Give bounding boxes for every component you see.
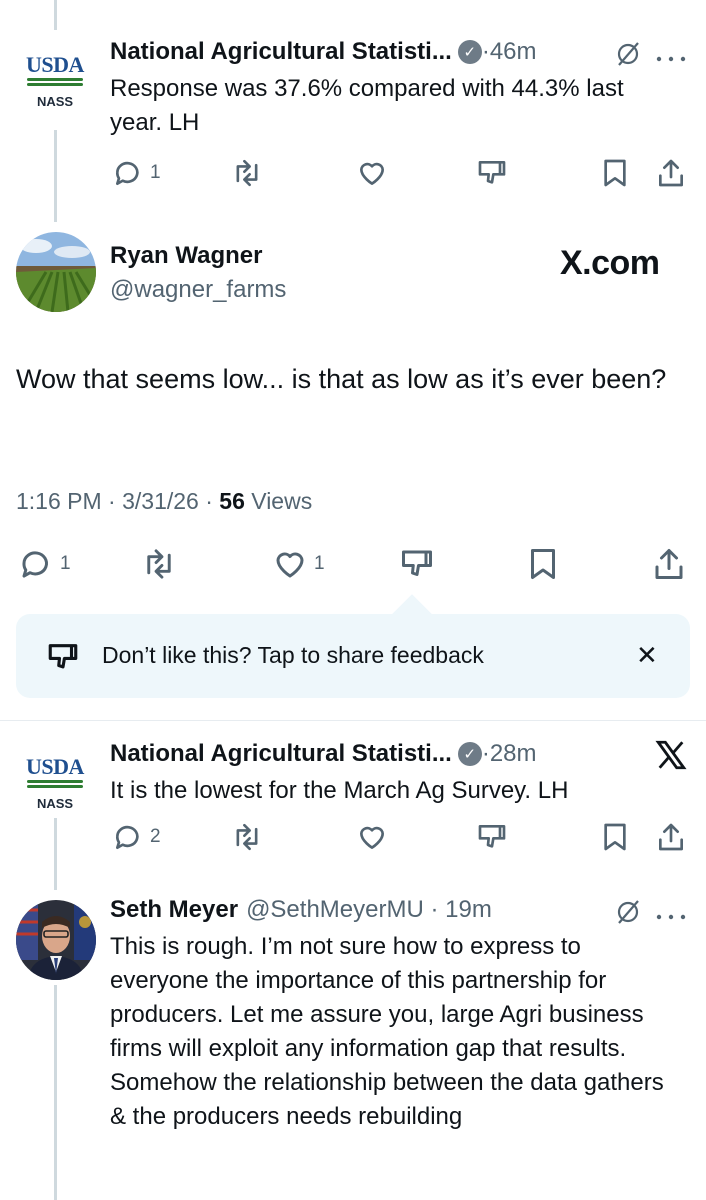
share-icon (659, 823, 684, 851)
tweet3-text: This is rough. I’m not sure how to expre… (110, 933, 664, 1130)
feedback-banner[interactable]: Don’t like this? Tap to share feedback ✕ (16, 614, 690, 698)
main-dislike-button[interactable] (398, 546, 436, 582)
main-author-handle[interactable]: @wagner_farms (110, 276, 286, 304)
usda-nass-avatar[interactable]: USDA NASS (19, 754, 91, 812)
verified-icon: ✓ (457, 40, 482, 64)
ryan-wagner-avatar[interactable] (16, 232, 96, 312)
tweet1-text: Response was 37.6% compared with 44.3% l… (110, 75, 624, 136)
usda-logo-bars (27, 780, 83, 790)
tweet1-like-button[interactable] (356, 157, 388, 189)
dislike-icon (478, 161, 506, 184)
share-icon (655, 549, 683, 579)
feedback-text[interactable]: Don’t like this? Tap to share feedback (102, 642, 484, 669)
nass-logo-text: NASS (36, 94, 74, 109)
more-icon[interactable] (654, 908, 688, 926)
reply-icon (22, 551, 48, 578)
main-tweet-timestamp-row: 1:16 PM · 3/31/26 · 56 Views (16, 488, 312, 515)
usda-logo-text: USDA (26, 754, 84, 779)
usda-nass-avatar[interactable]: USDA NASS (19, 52, 91, 110)
tweet1-share-button[interactable] (656, 157, 686, 189)
divider (0, 720, 706, 721)
like-icon (276, 552, 304, 578)
main-retweet-button[interactable] (140, 546, 178, 582)
tweet1-author-name[interactable]: National Agricultural Statisti... (110, 38, 452, 66)
seth-meyer-avatar[interactable] (16, 900, 96, 980)
x-logo-icon[interactable] (654, 738, 688, 777)
usda-logo-bars (27, 78, 83, 88)
main-bookmark-button[interactable] (526, 546, 560, 582)
tweet2-text: It is the lowest for the March Ag Survey… (110, 777, 569, 804)
main-like-button[interactable]: 1 (272, 546, 325, 582)
tweet2-retweet-button[interactable] (230, 821, 264, 853)
thread-line-3 (54, 985, 57, 1200)
tweet1-retweet-button[interactable] (230, 157, 264, 189)
x-com-watermark: X.com (560, 244, 660, 282)
like-icon (360, 162, 384, 185)
main-reply-count: 1 (60, 553, 71, 574)
tweet2-author-name[interactable]: National Agricultural Statisti... (110, 740, 452, 768)
grok-icon[interactable] (614, 40, 642, 73)
tweet1-reply-button[interactable]: 1 (112, 157, 161, 189)
dislike-icon (402, 550, 432, 576)
thread-line-top (54, 0, 57, 30)
main-like-count: 1 (314, 553, 325, 574)
reply-icon (115, 161, 139, 185)
bookmark-icon (531, 549, 555, 579)
tweet1-dislike-button[interactable] (476, 157, 508, 189)
retweet-icon (147, 549, 171, 579)
main-reply-button[interactable]: 1 (18, 546, 71, 582)
tweet1-time: ·46m (481, 38, 537, 65)
tweet2-bookmark-button[interactable] (600, 821, 630, 853)
tweet2-dislike-button[interactable] (476, 821, 508, 853)
like-icon (360, 826, 384, 849)
tweet2-header: National Agricultural Statisti... ✓ ·28m (110, 740, 537, 768)
main-share-button[interactable] (652, 546, 686, 582)
tweet2-like-button[interactable] (356, 821, 388, 853)
retweet-icon (236, 823, 258, 851)
tweet3-header: Seth Meyer @SethMeyerMU · 19m (110, 896, 492, 924)
main-tweet-text: Wow that seems low... is that as low as … (16, 364, 667, 394)
thread-line-1 (54, 130, 57, 222)
main-views-label[interactable]: Views (245, 488, 312, 514)
dislike-icon (46, 640, 80, 679)
thread-line-2 (54, 818, 57, 890)
more-icon[interactable] (654, 50, 688, 68)
dislike-icon (478, 825, 506, 848)
bookmark-icon (604, 159, 626, 187)
tweet2-time: ·28m (481, 740, 537, 767)
share-icon (659, 159, 684, 187)
tweet2-share-button[interactable] (656, 821, 686, 853)
tweet1-bookmark-button[interactable] (600, 157, 630, 189)
close-icon[interactable]: ✕ (636, 640, 658, 671)
main-views-count: 56 (219, 488, 245, 514)
retweet-icon (236, 159, 258, 187)
tweet3-handle-time: @SethMeyerMU · 19m (246, 896, 492, 923)
reply-icon (115, 825, 139, 849)
verified-icon: ✓ (457, 742, 482, 766)
grok-icon[interactable] (614, 898, 642, 931)
tweet3-author-name[interactable]: Seth Meyer (110, 896, 238, 924)
bookmark-icon (604, 823, 626, 851)
tweet1-reply-count: 1 (150, 162, 161, 183)
tweet1-header: National Agricultural Statisti... ✓ ·46m (110, 38, 537, 66)
usda-logo-text: USDA (26, 52, 84, 77)
tweet2-reply-count: 2 (150, 826, 161, 847)
nass-logo-text: NASS (36, 796, 74, 811)
tweet2-reply-button[interactable]: 2 (112, 821, 161, 853)
main-tweet-timestamp[interactable]: 1:16 PM · 3/31/26 · (16, 488, 219, 514)
main-author-name[interactable]: Ryan Wagner (110, 242, 262, 270)
